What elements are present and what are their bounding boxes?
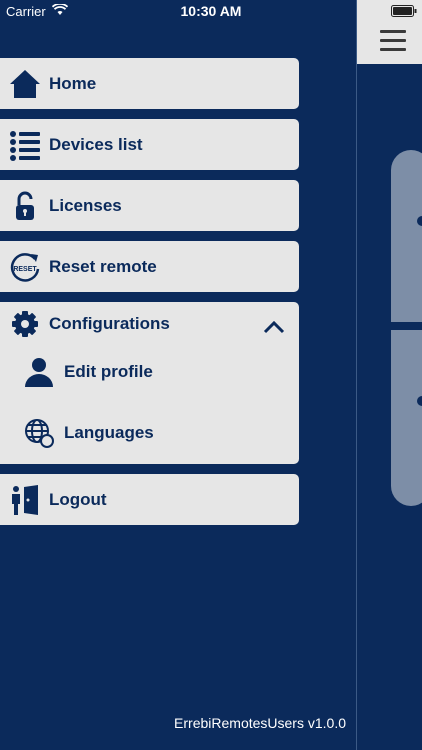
user-icon	[23, 356, 55, 388]
menu-item-label: Languages	[64, 423, 154, 442]
globe-icon	[23, 417, 55, 449]
card-dot	[417, 216, 422, 226]
menu-item-devices-list[interactable]: Devices list	[0, 119, 299, 170]
top-bar	[357, 0, 422, 64]
menu-item-label: Reset remote	[49, 256, 157, 276]
configurations-group: Configurations Edit profile Languages	[0, 302, 299, 464]
menu-item-licenses[interactable]: Licenses	[0, 180, 299, 231]
logout-icon	[9, 484, 41, 516]
lock-icon	[9, 190, 41, 222]
chevron-up-icon[interactable]	[263, 320, 285, 334]
sub-item-edit-profile[interactable]: Edit profile	[0, 347, 299, 397]
menu-item-label: Licenses	[49, 195, 122, 215]
home-icon	[9, 68, 41, 100]
reset-icon: RESET	[9, 251, 41, 283]
sub-item-languages[interactable]: Languages	[0, 408, 299, 458]
menu-item-label: Logout	[49, 489, 107, 509]
app-version: ErrebiRemotesUsers v1.0.0	[174, 715, 346, 731]
main-content-peek	[356, 0, 422, 750]
menu-item-label: Edit profile	[64, 362, 153, 381]
reset-icon-text: RESET	[13, 266, 37, 273]
menu-item-configurations[interactable]: Configurations	[0, 302, 299, 346]
hamburger-menu-button[interactable]	[380, 30, 406, 52]
hamburger-line	[380, 30, 406, 33]
menu-item-logout[interactable]: Logout	[0, 474, 299, 525]
battery-icon	[391, 5, 417, 17]
menu-item-label: Devices list	[49, 134, 143, 154]
menu-item-label: Configurations	[49, 314, 170, 333]
hamburger-line	[380, 39, 406, 42]
menu-item-home[interactable]: Home	[0, 58, 299, 109]
content-card-peek[interactable]	[391, 150, 422, 506]
menu-item-reset-remote[interactable]: RESET Reset remote	[0, 241, 299, 292]
card-divider	[391, 322, 422, 330]
card-dot	[417, 396, 422, 406]
list-icon	[9, 129, 41, 161]
hamburger-line	[380, 48, 406, 51]
gear-icon	[9, 308, 41, 340]
menu-item-label: Home	[49, 73, 97, 93]
